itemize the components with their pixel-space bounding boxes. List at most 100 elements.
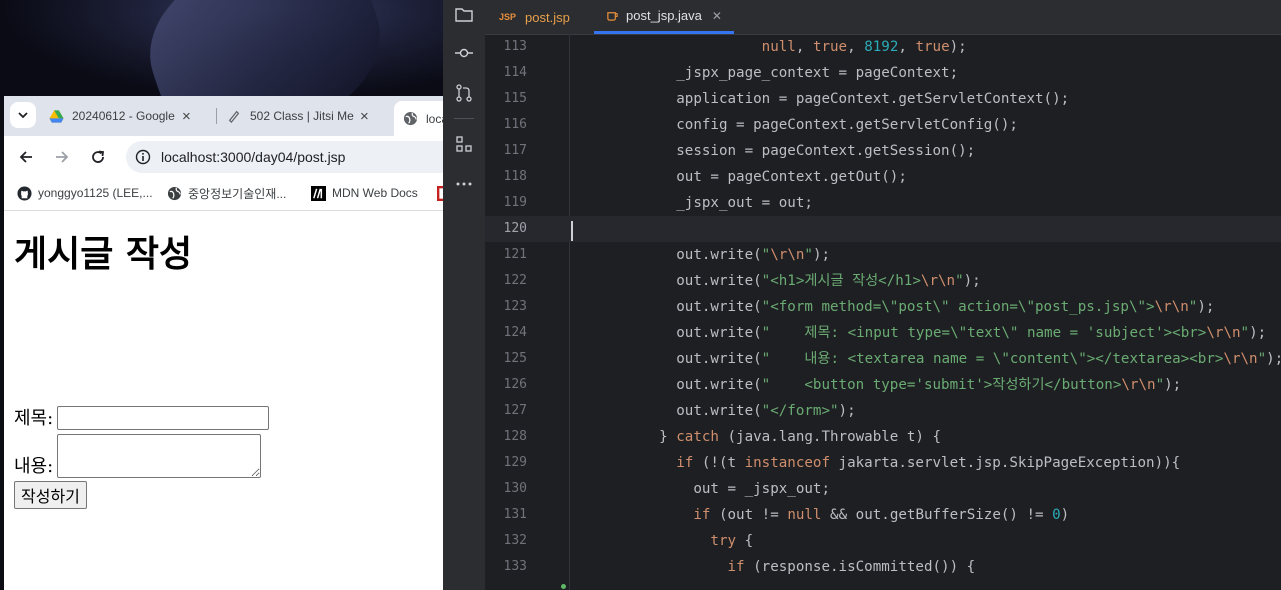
code-text: out.write("<form method=\"post\" action=… xyxy=(625,299,1215,315)
code-line-121[interactable]: 121 out.write("\r\n"); xyxy=(485,242,1281,268)
bookmark-github[interactable]: yonggyo1125 (LEE,... xyxy=(16,185,153,201)
content-label: 내용: xyxy=(14,456,54,477)
code-text: try { xyxy=(710,533,754,549)
line-number: 132 xyxy=(503,533,527,548)
code-line-133[interactable]: 133 if (response.isCommitted()) { xyxy=(485,554,1281,580)
line-number: 122 xyxy=(503,273,527,288)
change-marker xyxy=(561,584,566,589)
pull-requests-button[interactable] xyxy=(453,82,475,104)
subject-input[interactable] xyxy=(57,406,270,430)
code-text: _jspx_out = out; xyxy=(625,195,813,211)
tab-search-button[interactable] xyxy=(10,102,36,128)
bookmark-label: MDN Web Docs xyxy=(332,186,418,200)
more-tools-button[interactable] xyxy=(453,173,475,195)
line-number: 121 xyxy=(503,247,527,262)
submit-button[interactable]: 작성하기 xyxy=(14,481,87,509)
code-text: out.write(" 내용: <textarea name = \"conte… xyxy=(625,351,1281,367)
commit-button[interactable] xyxy=(453,42,475,64)
text-caret xyxy=(571,221,573,241)
close-icon[interactable]: ✕ xyxy=(712,9,722,23)
code-line-124[interactable]: 124 out.write(" 제목: <input type=\"text\"… xyxy=(485,320,1281,346)
line-number: 119 xyxy=(503,195,527,210)
code-line-115[interactable]: 115 application = pageContext.getServlet… xyxy=(485,86,1281,112)
code-line-128[interactable]: 128 } catch (java.lang.Throwable t) { xyxy=(485,424,1281,450)
code-text: null, true, 8192, true); xyxy=(761,39,967,55)
wallpaper-shape xyxy=(129,0,401,100)
code-line-131[interactable]: 131 if (out != null && out.getBufferSize… xyxy=(485,502,1281,528)
code-line-122[interactable]: 122 out.write("<h1>게시글 작성</h1>\r\n"); xyxy=(485,268,1281,294)
line-number: 115 xyxy=(503,91,527,106)
browser-toolbar: localhost:3000/day04/post.jsp xyxy=(4,136,445,178)
line-number: 125 xyxy=(503,351,527,366)
reload-button[interactable] xyxy=(86,145,110,169)
code-line-119[interactable]: 119 _jspx_out = out; xyxy=(485,190,1281,216)
code-text: out.write(" <button type='submit'>작성하기</… xyxy=(625,377,1182,393)
code-text: out = pageContext.getOut(); xyxy=(625,169,907,185)
code-text: out.write("<h1>게시글 작성</h1>\r\n"); xyxy=(625,273,981,289)
line-number: 123 xyxy=(503,299,527,314)
code-line-120[interactable]: 120 xyxy=(485,216,1281,242)
code-line-118[interactable]: 118 out = pageContext.getOut(); xyxy=(485,164,1281,190)
content-textarea[interactable] xyxy=(57,434,262,478)
editor-tab-post-jsp-java[interactable]: post_jsp.java ✕ xyxy=(594,0,734,34)
code-line-127[interactable]: 127 out.write("</form>"); xyxy=(485,398,1281,424)
jitsi-icon xyxy=(226,108,242,124)
subject-label: 제목: xyxy=(14,408,54,429)
info-icon[interactable] xyxy=(135,149,151,165)
line-number: 117 xyxy=(503,143,527,158)
code-line-117[interactable]: 117 session = pageContext.getSession(); xyxy=(485,138,1281,164)
tab-title: 20240612 - Google xyxy=(72,109,175,123)
editor-area: JSP post.jsp post_jsp.java ✕ 113 null, t… xyxy=(485,0,1281,590)
line-number: 120 xyxy=(503,221,527,236)
close-icon[interactable]: × xyxy=(182,108,191,125)
code-line-130[interactable]: 130 out = _jspx_out; xyxy=(485,476,1281,502)
line-number: 131 xyxy=(503,507,527,522)
url-text[interactable]: localhost:3000/day04/post.jsp xyxy=(161,149,345,165)
code-line-132[interactable]: 132 try { xyxy=(485,528,1281,554)
forward-button[interactable] xyxy=(50,145,74,169)
code-text: if (out != null && out.getBufferSize() !… xyxy=(693,507,1070,523)
tab-title: 502 Class | Jitsi Me xyxy=(250,109,354,123)
tab-google-drive[interactable]: 20240612 - Google × xyxy=(48,101,191,131)
ide-window: JSP post.jsp post_jsp.java ✕ 113 null, t… xyxy=(443,0,1281,590)
tab-jitsi[interactable]: 502 Class | Jitsi Me × xyxy=(226,101,369,131)
activity-separator xyxy=(454,118,474,119)
close-icon[interactable]: × xyxy=(360,108,369,125)
editor-tab-post-jsp[interactable]: JSP post.jsp xyxy=(499,0,570,34)
structure-button[interactable] xyxy=(453,133,475,155)
tab-localhost[interactable]: loca xyxy=(394,101,445,136)
bookmark-korean-site[interactable]: 중앙정보기술인재... xyxy=(166,185,286,202)
line-number: 133 xyxy=(503,559,527,574)
code-editor[interactable]: 113 null, true, 8192, true); 114 _jspx_pa… xyxy=(485,34,1281,590)
code-text: application = pageContext.getServletCont… xyxy=(625,91,1070,107)
code-line-113[interactable]: 113 null, true, 8192, true); xyxy=(485,34,1281,60)
code-line-114[interactable]: 114 _jspx_page_context = pageContext; xyxy=(485,60,1281,86)
code-line-123[interactable]: 123 out.write("<form method=\"post\" act… xyxy=(485,294,1281,320)
pull-request-icon xyxy=(456,84,472,102)
line-number: 129 xyxy=(503,455,527,470)
bookmark-mdn[interactable]: MDN Web Docs xyxy=(310,185,418,201)
line-number: 114 xyxy=(503,65,527,80)
line-number: 127 xyxy=(503,403,527,418)
code-line-116[interactable]: 116 config = pageContext.getServletConfi… xyxy=(485,112,1281,138)
project-button[interactable] xyxy=(453,4,475,26)
activity-bar xyxy=(443,0,485,590)
line-number: 113 xyxy=(503,39,527,54)
address-bar[interactable]: localhost:3000/day04/post.jsp xyxy=(126,141,445,173)
tab-strip: 20240612 - Google × 502 Class | Jitsi Me… xyxy=(4,96,445,136)
code-text: out = _jspx_out; xyxy=(625,481,830,497)
content-row: 내용: xyxy=(14,434,262,478)
code-text: if (!(t instanceof jakarta.servlet.jsp.S… xyxy=(676,455,1181,471)
bookmarks-bar: yonggyo1125 (LEE,... 중앙정보기술인재... MDN Web… xyxy=(4,178,445,211)
code-line-129[interactable]: 129 if (!(t instanceof jakarta.servlet.j… xyxy=(485,450,1281,476)
code-line-126[interactable]: 126 out.write(" <button type='submit'>작성… xyxy=(485,372,1281,398)
editor-tabs-bar: JSP post.jsp post_jsp.java ✕ xyxy=(485,0,1281,35)
code-text: _jspx_page_context = pageContext; xyxy=(625,65,959,81)
back-button[interactable] xyxy=(14,145,38,169)
arrow-right-icon xyxy=(56,151,69,163)
desktop-wallpaper xyxy=(0,0,445,100)
globe-icon xyxy=(166,186,182,202)
line-number: 126 xyxy=(503,377,527,392)
browser-window: 20240612 - Google × 502 Class | Jitsi Me… xyxy=(4,96,445,590)
code-line-125[interactable]: 125 out.write(" 내용: <textarea name = \"c… xyxy=(485,346,1281,372)
